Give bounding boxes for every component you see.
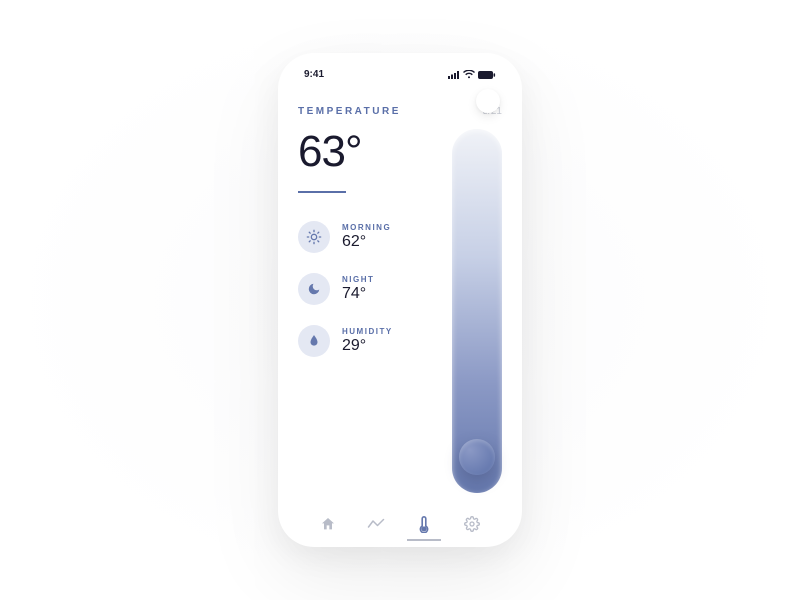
status-time: 9:41	[304, 69, 324, 80]
title-underline	[298, 191, 346, 193]
gear-icon	[464, 516, 480, 532]
tab-analytics[interactable]	[356, 517, 396, 531]
current-temperature: 63°	[298, 127, 434, 177]
metric-label: HUMIDITY	[342, 327, 393, 337]
status-bar: 9:41	[298, 67, 502, 80]
metric-value: 74°	[342, 284, 374, 303]
chart-icon	[367, 517, 385, 531]
moon-icon	[298, 273, 330, 305]
metric-morning[interactable]: MORNING 62°	[298, 221, 434, 253]
active-tab-underline	[407, 539, 441, 541]
phone-frame: 9:41 TEMPERATURE 5/21 63° MORNING 62°	[278, 53, 522, 547]
header: TEMPERATURE 5/21	[298, 106, 502, 117]
tab-home[interactable]	[308, 516, 348, 532]
battery-icon	[478, 71, 496, 79]
thermometer-icon	[418, 515, 430, 533]
slider-knob[interactable]	[459, 439, 495, 475]
droplet-icon	[298, 325, 330, 357]
page-title: TEMPERATURE	[298, 106, 401, 117]
status-indicators	[448, 70, 496, 79]
wifi-icon	[463, 70, 475, 79]
home-icon	[320, 516, 336, 532]
temperature-slider[interactable]	[452, 129, 502, 493]
metric-label: MORNING	[342, 223, 391, 233]
signal-icon	[448, 71, 460, 79]
profile-button[interactable]	[476, 89, 500, 113]
sun-icon	[298, 221, 330, 253]
temperature-slider-column	[452, 125, 502, 501]
tab-settings[interactable]	[452, 516, 492, 532]
metric-label: NIGHT	[342, 275, 374, 285]
metric-value: 62°	[342, 232, 391, 251]
tab-thermostat[interactable]	[404, 515, 444, 533]
content: 63° MORNING 62° NIGHT 74°	[298, 125, 502, 501]
metric-night[interactable]: NIGHT 74°	[298, 273, 434, 305]
tab-bar	[298, 505, 502, 533]
metric-value: 29°	[342, 336, 393, 355]
left-column: 63° MORNING 62° NIGHT 74°	[298, 125, 434, 501]
metric-humidity[interactable]: HUMIDITY 29°	[298, 325, 434, 357]
